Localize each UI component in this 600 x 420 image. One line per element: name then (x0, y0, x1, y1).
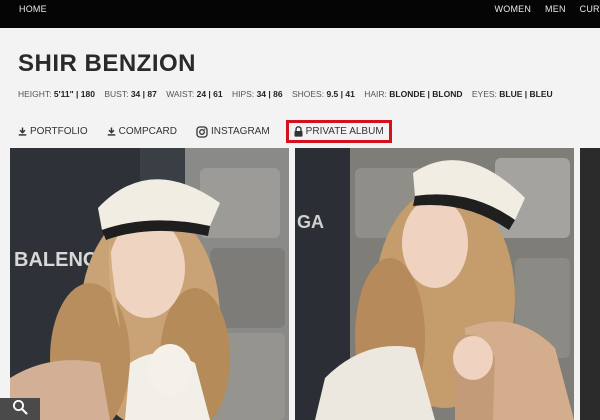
stat-hair: HAIR: BLONDE | BLOND (364, 89, 462, 99)
stat-height: HEIGHT: 5'11" | 180 (18, 89, 95, 99)
search-icon (12, 399, 28, 420)
stat-label: HEIGHT: (18, 89, 52, 99)
instagram-link[interactable]: INSTAGRAM (196, 125, 270, 138)
stat-label: EYES: (471, 89, 497, 99)
model-photo-2: GA (295, 148, 574, 420)
stat-label: HAIR: (364, 89, 387, 99)
search-button[interactable] (0, 398, 40, 420)
gallery-photo-partial[interactable] (580, 148, 600, 420)
stat-value: 34 | 87 (130, 89, 157, 99)
model-profile-page: SHIR BENZION HEIGHT: 5'11" | 180 BUST: 3… (0, 28, 600, 420)
portfolio-label: PORTFOLIO (30, 126, 88, 137)
stat-eyes: EYES: BLUE | BLEU (472, 89, 553, 99)
photo-gallery: BALENCIAGA GA (0, 148, 600, 420)
stat-value: 5'11" | 180 (53, 89, 95, 99)
download-icon (18, 127, 27, 136)
stat-value: 24 | 61 (196, 89, 223, 99)
stat-label: HIPS: (232, 89, 255, 99)
compcard-label: COMPCARD (118, 126, 177, 137)
instagram-label: INSTAGRAM (210, 126, 270, 137)
lock-icon (294, 126, 303, 137)
portfolio-link[interactable]: PORTFOLIO (18, 126, 88, 137)
stat-value: 9.5 | 41 (326, 89, 355, 99)
private-album-label: PRIVATE ALBUM (305, 126, 384, 137)
download-icon (107, 127, 116, 136)
gallery-photo[interactable]: BALENCIAGA (10, 148, 289, 420)
stat-waist: WAIST: 24 | 61 (166, 89, 222, 99)
compcard-link[interactable]: COMPCARD (107, 126, 177, 137)
model-photo-1: BALENCIAGA (10, 148, 289, 420)
model-measurements: HEIGHT: 5'11" | 180 BUST: 34 | 87 WAIST:… (18, 89, 560, 99)
stat-label: SHOES: (291, 89, 325, 99)
gallery-photo[interactable]: GA (295, 148, 574, 420)
nav-men-link[interactable]: MEN (545, 4, 566, 14)
nav-women-link[interactable]: WOMEN (495, 4, 532, 14)
store-sign-text: GA (297, 212, 324, 232)
stat-bust: BUST: 34 | 87 (104, 89, 156, 99)
nav-curve-link[interactable]: CURVE (580, 4, 600, 14)
stat-value: BLUE | BLEU (499, 89, 553, 99)
nav-home-link[interactable]: HOME (19, 4, 47, 14)
model-name: SHIR BENZION (18, 50, 197, 77)
instagram-icon (196, 125, 208, 138)
stat-hips: HIPS: 34 | 86 (232, 89, 283, 99)
stat-label: BUST: (104, 89, 129, 99)
stat-value: 34 | 86 (256, 89, 283, 99)
profile-links: PORTFOLIO COMPCARD INSTAGRAM PRIVATE ALB… (18, 120, 411, 143)
stat-shoes: SHOES: 9.5 | 41 (292, 89, 355, 99)
stat-label: WAIST: (166, 89, 195, 99)
top-navigation-bar: HOME WOMEN MEN CURVE (0, 0, 600, 28)
top-nav-links: WOMEN MEN CURVE (495, 4, 600, 14)
private-album-link[interactable]: PRIVATE ALBUM (285, 120, 392, 143)
stat-value: BLONDE | BLOND (389, 89, 463, 99)
